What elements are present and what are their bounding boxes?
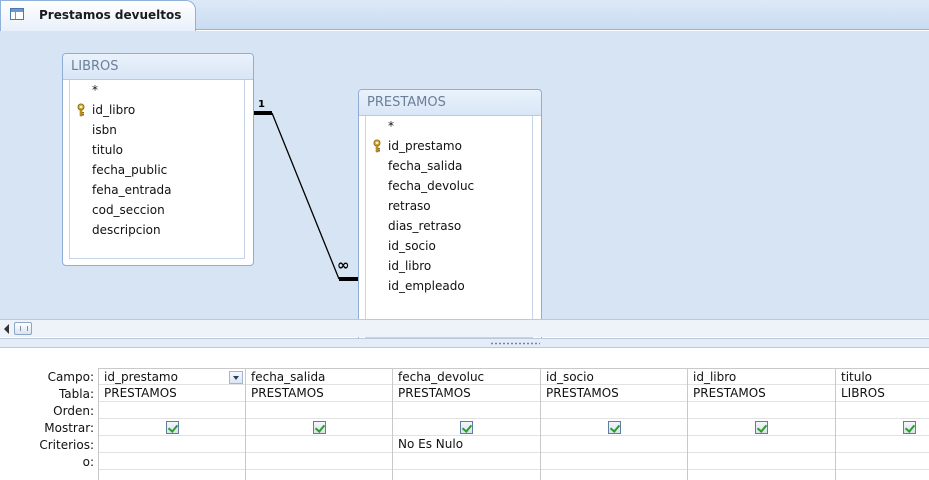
field-libros-feha-entrada[interactable]: feha_entrada [92,180,172,200]
row-label-mostrar: Mostrar: [44,421,94,435]
table-prestamos[interactable]: PRESTAMOS * id_prestamo fecha_salida fec… [358,89,542,345]
scroll-left-arrow-icon[interactable] [4,324,9,334]
mostrar-checkbox[interactable] [903,421,916,434]
table-libros-fields: * id_libro isbn titulo fecha_public feha… [69,80,245,259]
grid-cell-criterios[interactable] [688,436,835,453]
join-line [271,112,340,280]
field-libros-fecha-public[interactable]: fecha_public [92,160,167,180]
field-prestamos-fecha-salida[interactable]: fecha_salida [388,156,462,176]
primary-key-icon [373,139,381,153]
chevron-down-icon[interactable] [229,371,243,384]
field-prestamos-retraso[interactable]: retraso [388,196,431,216]
grid-cell-tabla[interactable]: PRESTAMOS [393,385,540,402]
row-label-criterios: Criterios: [39,438,94,452]
field-libros-all[interactable]: * [92,80,98,100]
grid-column: id_libro PRESTAMOS [687,368,835,480]
grid-cell-o[interactable] [836,453,929,470]
grid-cell-tabla[interactable]: PRESTAMOS [688,385,835,402]
grid-cell-mostrar[interactable] [688,419,835,436]
field-label: id_prestamo [388,139,462,153]
grid-cell-criterios[interactable] [246,436,392,453]
grid-cell-mostrar[interactable] [836,419,929,436]
field-prestamos-fecha-devoluc[interactable]: fecha_devoluc [388,176,474,196]
field-prestamos-id-socio[interactable]: id_socio [388,236,436,256]
mostrar-checkbox[interactable] [313,421,326,434]
grid-cell-orden[interactable] [393,402,540,419]
table-libros[interactable]: LIBROS * id_libro isbn titulo fecha_publ… [62,53,254,266]
join-many-label: ∞ [337,256,350,274]
grid-cell-orden[interactable] [246,402,392,419]
grid-cell-criterios[interactable] [541,436,687,453]
splitter-grip-icon[interactable] [490,342,540,345]
table-prestamos-fields: * id_prestamo fecha_salida fecha_devoluc… [365,116,533,338]
grid-cell-campo[interactable]: fecha_salida [246,368,392,385]
grid-cell-o[interactable] [541,453,687,470]
grid-cell-o[interactable] [246,453,392,470]
grid-cell-campo[interactable]: id_libro [688,368,835,385]
mostrar-checkbox[interactable] [166,421,179,434]
document-tab-strip: Prestamos devueltos [0,0,929,31]
grid-cell-o[interactable] [688,453,835,470]
campo-value: id_prestamo [104,370,178,384]
grid-cell-criterios[interactable] [99,436,245,453]
table-prestamos-title[interactable]: PRESTAMOS [359,90,541,116]
grid-cell-campo[interactable]: id_socio [541,368,687,385]
field-libros-titulo[interactable]: titulo [92,140,123,160]
grid-cell-campo[interactable]: titulo [836,368,929,385]
query-design-grid: Campo: Tabla: Orden: Mostrar: Criterios:… [0,348,929,480]
query-design-pane[interactable]: 1 ∞ LIBROS * id_libro isbn titulo fecha_… [0,31,929,345]
field-libros-descripcion[interactable]: descripcion [92,220,161,240]
grid-cell-criterios[interactable] [836,436,929,453]
grid-cell-tabla[interactable]: PRESTAMOS [246,385,392,402]
row-label-campo: Campo: [47,370,94,384]
field-prestamos-id-empleado[interactable]: id_empleado [388,276,465,296]
grid-cell-mostrar[interactable] [393,419,540,436]
grid-cell-mostrar[interactable] [99,419,245,436]
grid-cell-o[interactable] [393,453,540,470]
field-prestamos-id-libro[interactable]: id_libro [388,256,431,276]
grid-cell-campo[interactable]: fecha_devoluc [393,368,540,385]
row-label-tabla: Tabla: [58,387,94,401]
primary-key-icon [77,103,85,117]
grid-cell-orden[interactable] [688,402,835,419]
field-label: id_libro [92,103,136,117]
grid-column: id_socio PRESTAMOS [540,368,687,480]
table-libros-title[interactable]: LIBROS [63,54,253,80]
grid-cell-tabla[interactable]: PRESTAMOS [541,385,687,402]
grid-cell-campo[interactable]: id_prestamo [99,368,245,385]
tab-label: Prestamos devueltos [39,8,182,22]
grid-cell-orden[interactable] [99,402,245,419]
grid-column: fecha_devoluc PRESTAMOS No Es Nulo [392,368,540,480]
grid-column: id_prestamo PRESTAMOS [98,368,245,480]
field-libros-cod-seccion[interactable]: cod_seccion [92,200,165,220]
scroll-thumb[interactable] [14,322,32,335]
mostrar-checkbox[interactable] [755,421,768,434]
row-label-o: o: [82,455,94,469]
field-libros-isbn[interactable]: isbn [92,120,117,140]
grid-column: titulo LIBROS [835,368,929,480]
grid-cell-mostrar[interactable] [541,419,687,436]
field-prestamos-dias-retraso[interactable]: dias_retraso [388,216,461,236]
grid-cell-o[interactable] [99,453,245,470]
mostrar-checkbox[interactable] [460,421,473,434]
grid-cell-tabla[interactable]: PRESTAMOS [99,385,245,402]
mostrar-checkbox[interactable] [608,421,621,434]
row-label-orden: Orden: [53,404,94,418]
grid-cell-mostrar[interactable] [246,419,392,436]
grid-cell-orden[interactable] [836,402,929,419]
query-icon [10,8,24,20]
tab-prestamos-devueltos[interactable]: Prestamos devueltos [0,0,196,31]
grid-cell-orden[interactable] [541,402,687,419]
grid-column: fecha_salida PRESTAMOS [245,368,392,480]
field-prestamos-id-prestamo[interactable]: id_prestamo [373,136,462,156]
field-libros-id-libro[interactable]: id_libro [77,100,136,120]
design-horizontal-scrollbar[interactable] [0,319,929,337]
pane-splitter[interactable] [0,338,929,348]
field-prestamos-all[interactable]: * [388,116,394,136]
join-one-label: 1 [258,99,265,110]
grid-cell-tabla[interactable]: LIBROS [836,385,929,402]
grid-cell-criterios[interactable]: No Es Nulo [393,436,540,453]
